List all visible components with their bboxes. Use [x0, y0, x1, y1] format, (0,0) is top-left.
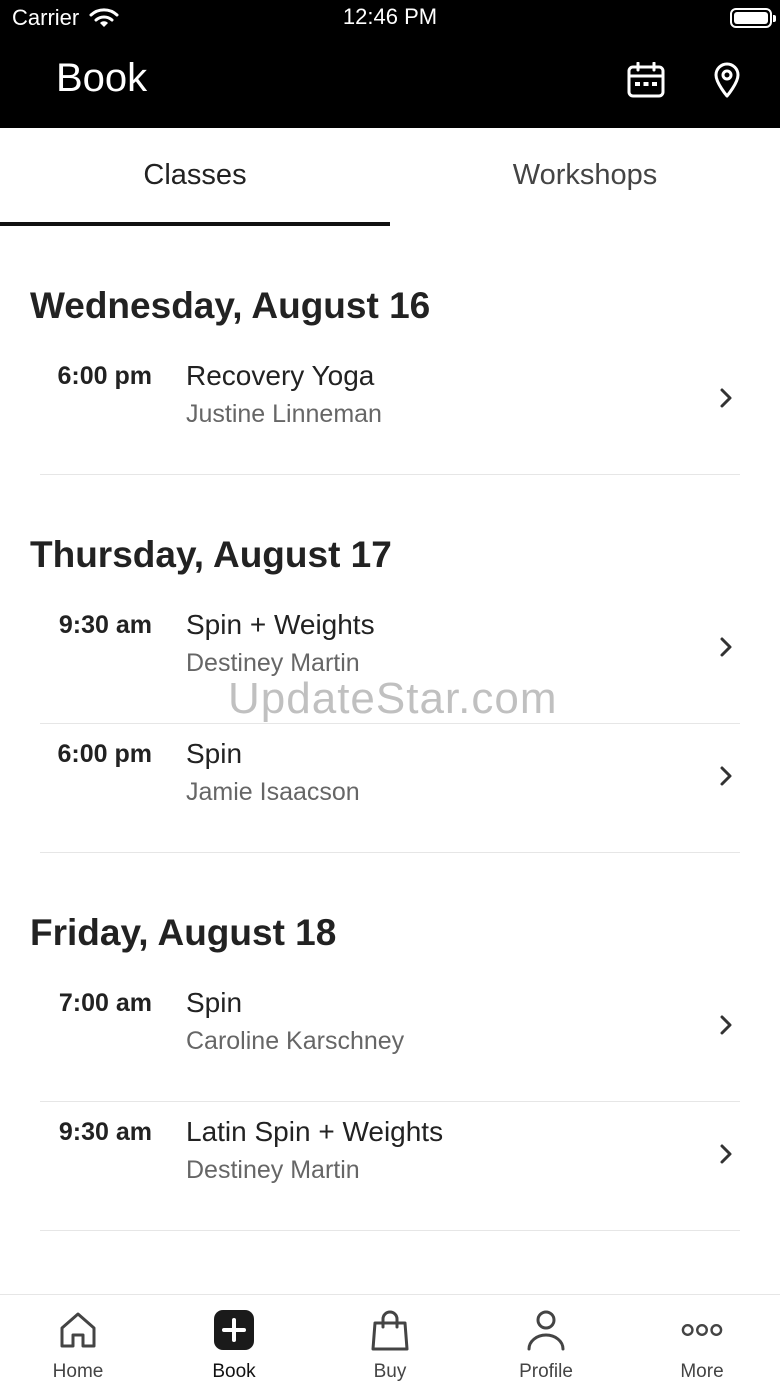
class-time: 6:00 pm: [57, 740, 152, 768]
class-name: Spin + Weights: [186, 609, 375, 640]
class-instructor: Jamie Isaacson: [186, 778, 360, 806]
class-row[interactable]: 9:30 am Latin Spin + Weights Destiney Ma…: [40, 1102, 740, 1231]
class-row[interactable]: 9:30 am Spin + Weights Destiney Martin: [40, 595, 740, 724]
tabbar-item-home[interactable]: Home: [0, 1295, 156, 1388]
day-header: Friday, August 18: [30, 912, 337, 953]
tabbar-label: More: [680, 1361, 724, 1382]
calendar-icon[interactable]: [626, 60, 666, 100]
chevron-right-icon: [720, 1015, 732, 1035]
class-time: 6:00 pm: [57, 362, 152, 390]
chevron-right-icon: [720, 1144, 732, 1164]
class-name: Spin: [186, 738, 243, 769]
tab-classes-label: Classes: [143, 158, 247, 191]
class-name: Recovery Yoga: [186, 360, 375, 391]
tabbar-label: Buy: [373, 1361, 407, 1382]
tab-classes[interactable]: Classes: [0, 128, 390, 226]
page-title: Book: [56, 56, 148, 100]
bottom-tab-bar: Home Book Buy Profile More: [0, 1294, 780, 1388]
top-bar: Carrier 12:46 PM Book: [0, 0, 780, 128]
tab-workshops[interactable]: Workshops: [390, 128, 780, 226]
class-time: 9:30 am: [58, 1118, 152, 1146]
location-pin-icon[interactable]: [707, 60, 747, 100]
class-time: 9:30 am: [58, 611, 152, 639]
tabbar-label: Profile: [519, 1361, 573, 1382]
segment-tabs: Classes Workshops: [0, 128, 780, 226]
home-icon: [57, 1309, 99, 1351]
day-header: Wednesday, August 16: [30, 285, 431, 326]
tabbar-item-more[interactable]: More: [624, 1295, 780, 1388]
tabbar-item-profile[interactable]: Profile: [468, 1295, 624, 1388]
tabbar-item-buy[interactable]: Buy: [312, 1295, 468, 1388]
battery-icon: [730, 8, 776, 28]
tab-workshops-label: Workshops: [512, 158, 658, 191]
tabbar-label: Home: [52, 1361, 104, 1382]
chevron-right-icon: [720, 637, 732, 657]
class-instructor: Justine Linneman: [186, 400, 382, 428]
class-instructor: Destiney Martin: [186, 1156, 360, 1184]
tabbar-label: Book: [212, 1361, 256, 1382]
more-dots-icon: [681, 1309, 723, 1351]
chevron-right-icon: [720, 388, 732, 408]
class-instructor: Destiney Martin: [186, 649, 360, 677]
class-row[interactable]: 7:00 am Spin Caroline Karschney: [40, 973, 740, 1102]
class-row[interactable]: 6:00 pm Spin Jamie Isaacson: [40, 724, 740, 853]
class-name: Latin Spin + Weights: [186, 1116, 444, 1147]
chevron-right-icon: [720, 766, 732, 786]
tabbar-item-book[interactable]: Book: [156, 1295, 312, 1388]
shopping-bag-icon: [369, 1309, 411, 1351]
status-time: 12:46 PM: [342, 4, 438, 29]
day-header: Thursday, August 17: [30, 534, 392, 575]
person-icon: [525, 1309, 567, 1351]
class-row[interactable]: 6:00 pm Recovery Yoga Justine Linneman: [40, 346, 740, 475]
class-name: Spin: [186, 987, 243, 1018]
class-instructor: Caroline Karschney: [186, 1027, 405, 1055]
class-time: 7:00 am: [58, 989, 152, 1017]
plus-square-icon: [213, 1309, 255, 1351]
